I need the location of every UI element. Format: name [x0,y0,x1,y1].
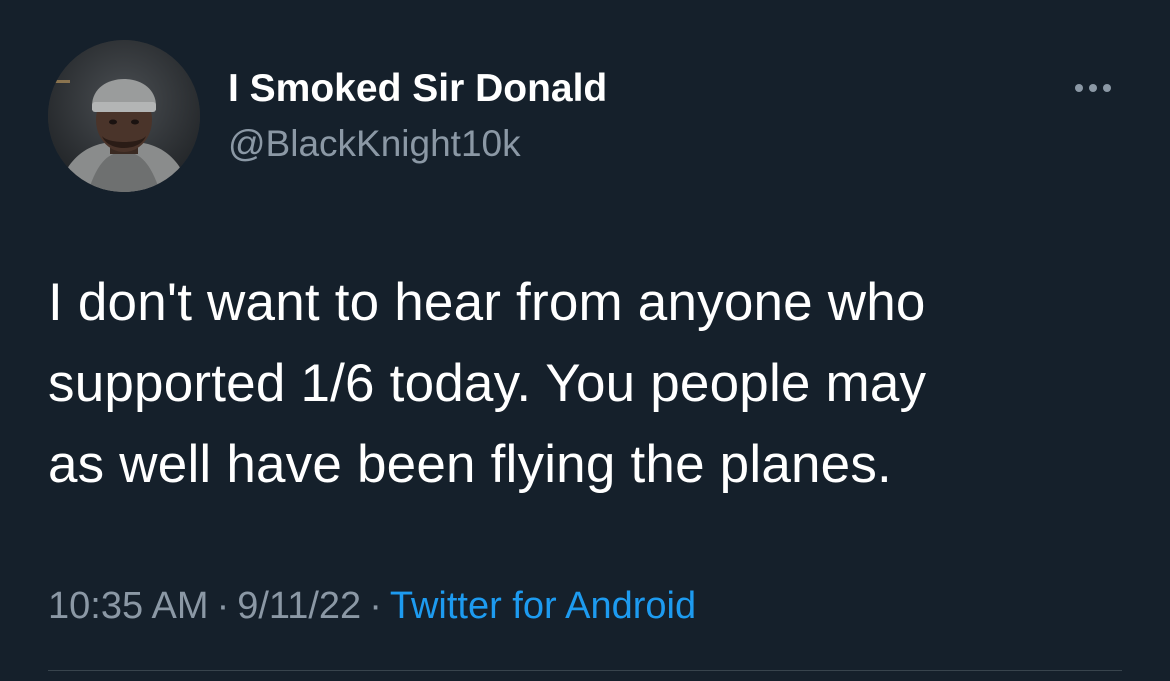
more-options-icon-dot [1103,84,1111,92]
tweet-metadata: 10:35 AM · 9/11/22 · Twitter for Android [48,582,696,630]
tweet-source-link[interactable]: Twitter for Android [390,585,696,627]
tweet-date[interactable]: 9/11/22 [237,585,361,627]
avatar[interactable] [48,40,200,192]
divider [48,670,1122,671]
tweet-time[interactable]: 10:35 AM [48,585,209,627]
tweet-text-line: supported 1/6 today. You people may [48,354,927,413]
more-options-icon [1075,84,1083,92]
separator: · [216,585,230,627]
more-options-button[interactable] [1066,70,1120,106]
tweet-text: I don't want to hear from anyone who sup… [48,262,1128,505]
more-options-icon-dot [1089,84,1097,92]
separator: · [369,585,382,627]
tweet-text-line: I don't want to hear from anyone who [48,273,926,332]
author-display-name[interactable]: I Smoked Sir Donald [228,66,607,112]
author-handle[interactable]: @BlackKnight10k [228,122,521,166]
tweet-card: I Smoked Sir Donald @BlackKnight10k I do… [0,0,1170,681]
tweet-text-line: as well have been flying the planes. [48,435,892,494]
profile-photo-icon [48,40,200,192]
